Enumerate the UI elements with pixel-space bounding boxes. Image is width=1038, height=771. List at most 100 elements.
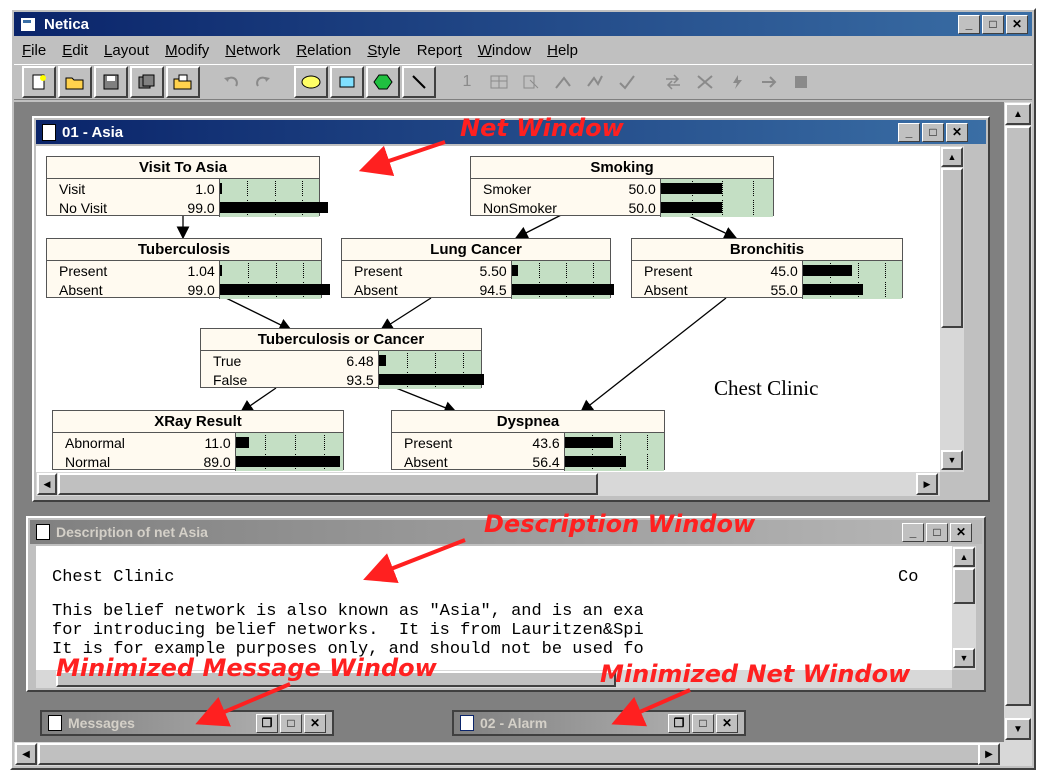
desc-minimize-button[interactable]: _ (902, 522, 924, 542)
net-close-button[interactable]: ✕ (946, 122, 968, 142)
menu-edit[interactable]: Edit (54, 42, 96, 59)
menu-modify[interactable]: Modify (157, 42, 217, 59)
node-state-row[interactable]: Present 5.50 (342, 261, 610, 280)
minimized-alarm-window[interactable]: 02 - Alarm ❐ □ ✕ (452, 710, 746, 736)
state-value: 93.5 (346, 371, 374, 388)
desc-vertical-scrollbar[interactable]: ▲ ▼ (952, 546, 976, 670)
belief-bar (802, 265, 852, 276)
node-state-row[interactable]: Visit 1.0 (47, 179, 319, 198)
scroll-down-button[interactable]: ▼ (1005, 718, 1031, 740)
node-state-row[interactable]: Present 43.6 (392, 433, 664, 452)
node-state-row[interactable]: No Visit 99.0 (47, 198, 328, 217)
absorb-icon[interactable] (580, 68, 610, 96)
save-icon[interactable] (94, 66, 128, 98)
net-scroll-up[interactable]: ▲ (941, 147, 963, 167)
undo-icon[interactable] (216, 68, 246, 96)
net-horizontal-scrollbar[interactable]: ◀ ▶ (36, 472, 940, 496)
one-icon[interactable]: 1 (452, 68, 482, 96)
alarm-maximize-button[interactable]: □ (692, 713, 714, 733)
new-net-icon[interactable] (22, 66, 56, 98)
node-tuberculosis[interactable]: Tuberculosis Present 1.04 Absent 99.0 (46, 238, 330, 299)
net-scroll-down[interactable]: ▼ (941, 450, 963, 470)
node-state-row[interactable]: Absent 99.0 (47, 280, 330, 299)
table-icon[interactable] (484, 68, 514, 96)
open-folder-icon[interactable] (58, 66, 92, 98)
messages-maximize-button[interactable]: □ (280, 713, 302, 733)
net-vertical-scrollbar[interactable]: ▲ ▼ (940, 146, 964, 472)
right-arrow-icon[interactable] (754, 68, 784, 96)
node-state-row[interactable]: Absent 56.4 (392, 452, 664, 471)
node-state-row[interactable]: False 93.5 (201, 370, 484, 389)
app-titlebar[interactable]: Netica _ □ ✕ (14, 12, 1032, 36)
node-state-row[interactable]: Normal 89.0 (53, 452, 343, 471)
desc-scroll-up[interactable]: ▲ (953, 547, 975, 567)
hscroll-left-button[interactable]: ◀ (15, 743, 37, 765)
menu-report[interactable]: Report (409, 42, 470, 59)
messages-close-button[interactable]: ✕ (304, 713, 326, 733)
desc-close-button[interactable]: ✕ (950, 522, 972, 542)
node-smoking[interactable]: Smoking Smoker 50.0 NonSmoker 50.0 (470, 156, 774, 217)
description-text-area[interactable]: Chest Clinic Co This belief network is a… (36, 546, 974, 670)
scroll-thumb[interactable] (1005, 126, 1031, 706)
hscroll-right-button[interactable]: ▶ (978, 743, 1000, 765)
hscroll-thumb[interactable] (38, 743, 988, 765)
node-visit-to-asia[interactable]: Visit To Asia Visit 1.0 No Visit 99.0 (46, 156, 328, 217)
utility-node-icon[interactable] (366, 66, 400, 98)
node-state-row[interactable]: Present 1.04 (47, 261, 321, 280)
state-value: 11.0 (204, 434, 231, 451)
net-hscroll-thumb[interactable] (58, 473, 598, 495)
menu-layout[interactable]: Layout (96, 42, 157, 59)
menu-style[interactable]: Style (359, 42, 408, 59)
remove-node-icon[interactable] (690, 68, 720, 96)
main-vertical-scrollbar[interactable]: ▲ ▼ (1004, 102, 1032, 742)
node-dyspnea[interactable]: Dyspnea Present 43.6 Absent 56.4 (391, 410, 665, 471)
menu-help[interactable]: Help (539, 42, 586, 59)
redo-icon[interactable] (248, 68, 278, 96)
net-minimize-button[interactable]: _ (898, 122, 920, 142)
node-state-row[interactable]: Present 45.0 (632, 261, 902, 280)
alarm-close-button[interactable]: ✕ (716, 713, 738, 733)
node-bronchitis[interactable]: Bronchitis Present 45.0 Absent 55.0 (631, 238, 903, 299)
node-state-row[interactable]: NonSmoker 50.0 (471, 198, 773, 217)
node-state-row[interactable]: True 6.48 (201, 351, 481, 370)
minimized-messages-window[interactable]: Messages ❐ □ ✕ (40, 710, 334, 736)
check-icon[interactable] (612, 68, 642, 96)
desc-maximize-button[interactable]: □ (926, 522, 948, 542)
nature-node-icon[interactable] (294, 66, 328, 98)
desc-scroll-thumb[interactable] (953, 568, 975, 604)
stop-icon[interactable] (786, 68, 816, 96)
menu-file[interactable]: File (14, 42, 54, 59)
net-canvas[interactable]: Visit To Asia Visit 1.0 No Visit 99.0 Smokin… (36, 146, 940, 472)
desc-scroll-down[interactable]: ▼ (953, 648, 975, 668)
wand-icon[interactable] (548, 68, 578, 96)
compile-icon[interactable] (516, 68, 546, 96)
net-scroll-left[interactable]: ◀ (37, 473, 57, 495)
scroll-up-button[interactable]: ▲ (1005, 103, 1031, 125)
arrow-link-icon[interactable] (402, 66, 436, 98)
description-line-1: Chest Clinic (52, 568, 175, 587)
minimize-button[interactable]: _ (958, 14, 980, 34)
net-maximize-button[interactable]: □ (922, 122, 944, 142)
maximize-button[interactable]: □ (982, 14, 1004, 34)
main-horizontal-scrollbar[interactable]: ◀ ▶ (14, 742, 1032, 766)
close-button[interactable]: ✕ (1006, 14, 1028, 34)
node-state-row[interactable]: Absent 55.0 (632, 280, 902, 299)
node-tuberculosis-or-cancer[interactable]: Tuberculosis or Cancer True 6.48 False 93.5 (200, 328, 484, 389)
menu-network[interactable]: Network (217, 42, 288, 59)
node-state-row[interactable]: Smoker 50.0 (471, 179, 773, 198)
node-state-row[interactable]: Abnormal 11.0 (53, 433, 343, 452)
reverse-link-icon[interactable] (658, 68, 688, 96)
decision-node-icon[interactable] (330, 66, 364, 98)
node-xray-result[interactable]: XRay Result Abnormal 11.0 Normal 89.0 (52, 410, 344, 471)
net-scroll-thumb[interactable] (941, 168, 963, 328)
net-scroll-right[interactable]: ▶ (916, 473, 938, 495)
menu-window[interactable]: Window (470, 42, 539, 59)
node-state-row[interactable]: Absent 94.5 (342, 280, 614, 299)
messages-restore-button[interactable]: ❐ (256, 713, 278, 733)
lightning-icon[interactable] (722, 68, 752, 96)
node-lung-cancer[interactable]: Lung Cancer Present 5.50 Absent 94.5 (341, 238, 614, 299)
alarm-restore-button[interactable]: ❐ (668, 713, 690, 733)
open-report-icon[interactable] (166, 66, 200, 98)
menu-relation[interactable]: Relation (288, 42, 359, 59)
save-all-icon[interactable] (130, 66, 164, 98)
